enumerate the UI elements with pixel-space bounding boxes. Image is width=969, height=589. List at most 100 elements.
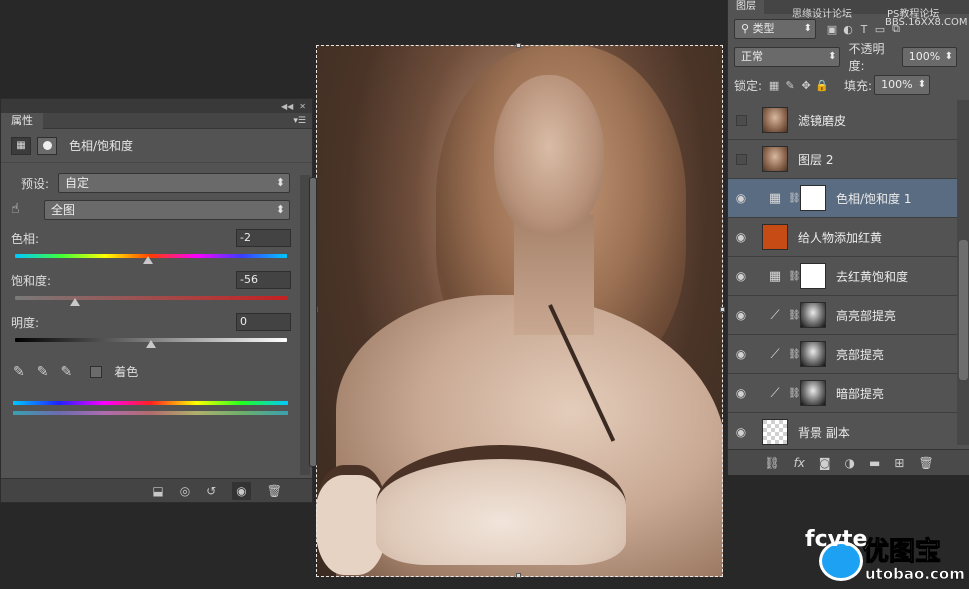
- properties-tabbar: 属性 ▾☰: [1, 112, 312, 129]
- filter-kind-select[interactable]: ⚲ 类型: [734, 19, 816, 39]
- curves-icon: ⟋: [770, 346, 780, 362]
- lightness-value-field[interactable]: 0: [236, 313, 291, 331]
- panel-topbar: ◀◀ ✕: [1, 99, 312, 113]
- layer-row[interactable]: ◉ ▦ ⛓ 色相/饱和度 1: [728, 179, 957, 218]
- link-layers-icon[interactable]: ⛓: [764, 456, 779, 470]
- hue-value-field[interactable]: -2: [236, 229, 291, 247]
- hand-tool-icon[interactable]: ☝: [11, 201, 20, 217]
- hue-label-row: 色相:: [11, 230, 39, 247]
- eyedropper-icon[interactable]: ✎: [13, 364, 25, 380]
- filter-pixel-icon[interactable]: ▣: [824, 21, 840, 37]
- mask-link-icon[interactable]: ⛓: [788, 271, 801, 282]
- layer-row[interactable]: ◉ 背景 副本: [728, 413, 957, 452]
- visibility-icon[interactable]: ◉: [232, 481, 251, 500]
- opacity-field[interactable]: 100%: [901, 47, 957, 67]
- delete-layer-icon[interactable]: 🗑: [918, 456, 933, 470]
- mask-link-icon[interactable]: ⛓: [788, 193, 801, 204]
- eye-icon[interactable]: ◉: [728, 347, 754, 361]
- layer-row[interactable]: ◉ ⟋ ⛓ 亮部提亮: [728, 335, 957, 374]
- search-icon: ⚲: [741, 22, 753, 35]
- eyedropper-add-icon[interactable]: ✎: [37, 364, 49, 380]
- visibility-toggle[interactable]: [728, 153, 754, 165]
- collapse-icon[interactable]: ◀◀: [281, 102, 293, 111]
- mask-link-icon[interactable]: ⛓: [788, 349, 801, 360]
- layer-row[interactable]: ◉ 给人物添加红黄: [728, 218, 957, 257]
- mask-link-icon[interactable]: ⛓: [788, 388, 801, 399]
- new-group-icon[interactable]: ▬: [869, 456, 880, 470]
- lightness-label-row: 明度:: [11, 314, 39, 331]
- panel-menu-icon[interactable]: ▾☰: [293, 116, 306, 126]
- eyedropper-subtract-icon[interactable]: ✎: [60, 364, 72, 380]
- view-previous-icon[interactable]: ◎: [180, 484, 190, 498]
- curves-icon: ⟋: [770, 385, 780, 401]
- layer-row[interactable]: ◉ ⟋ ⛓ 暗部提亮: [728, 374, 957, 413]
- saturation-slider-track[interactable]: [15, 296, 287, 300]
- properties-scroll-thumb[interactable]: [309, 177, 317, 467]
- transform-handle-bottom[interactable]: [516, 573, 521, 578]
- layer-name: 背景 副本: [798, 425, 850, 440]
- layer-mask-thumbnail[interactable]: [800, 341, 826, 367]
- mask-icon: [42, 141, 52, 150]
- properties-scrollbar[interactable]: [300, 175, 317, 475]
- layer-mask-thumbnail[interactable]: [800, 380, 826, 406]
- lock-move-icon[interactable]: ✥: [798, 77, 814, 93]
- logo-brand: fcvte: [805, 527, 868, 552]
- mask-icon-button[interactable]: [37, 136, 57, 155]
- add-mask-icon[interactable]: ◙: [819, 456, 831, 470]
- layer-name: 暗部提亮: [836, 386, 885, 401]
- saturation-value-field[interactable]: -56: [236, 271, 291, 289]
- adjustment-title-row: ▦ 色相/饱和度: [1, 129, 312, 163]
- layer-name: 图层 2: [798, 152, 834, 167]
- hue-slider-knob[interactable]: [143, 256, 154, 264]
- clip-to-layer-icon[interactable]: ⬓: [152, 484, 163, 498]
- fx-icon[interactable]: fx: [794, 456, 805, 470]
- layer-thumbnail: [762, 146, 788, 172]
- eye-icon[interactable]: ◉: [728, 230, 754, 244]
- layers-footer: ⛓ fx ◙ ◑ ▬ ⊞ 🗑: [728, 449, 969, 475]
- layer-mask-thumbnail[interactable]: [800, 302, 826, 328]
- fill-field[interactable]: 100%: [874, 75, 931, 95]
- transform-handle-right[interactable]: [720, 307, 725, 312]
- tab-properties[interactable]: 属性: [1, 112, 43, 129]
- reset-icon[interactable]: ↺: [206, 484, 216, 498]
- filter-adjust-icon[interactable]: ◐: [840, 21, 856, 37]
- new-layer-icon[interactable]: ⊞: [894, 456, 904, 470]
- visibility-toggle[interactable]: [728, 114, 754, 126]
- logo-chinese-name: 优图宝: [862, 537, 942, 568]
- layer-row[interactable]: 滤镜磨皮: [728, 101, 957, 140]
- layer-row[interactable]: ◉ ▦ ⛓ 去红黄饱和度: [728, 257, 957, 296]
- input-color-bar: [13, 401, 288, 405]
- filter-type-icon[interactable]: T: [856, 21, 872, 37]
- eye-icon[interactable]: ◉: [728, 425, 754, 439]
- lock-all-icon[interactable]: 🔒: [814, 77, 830, 93]
- layer-mask-thumbnail[interactable]: [800, 263, 826, 289]
- adjustment-icon-button[interactable]: ▦: [11, 136, 31, 155]
- blend-mode-select[interactable]: 正常: [734, 47, 841, 67]
- eye-icon[interactable]: ◉: [728, 308, 754, 322]
- preset-select[interactable]: 自定: [58, 173, 290, 193]
- close-icon[interactable]: ✕: [299, 102, 306, 111]
- mask-link-icon[interactable]: ⛓: [788, 310, 801, 321]
- transform-handle-top[interactable]: [516, 43, 521, 48]
- layer-mask-thumbnail[interactable]: [800, 185, 826, 211]
- document-canvas[interactable]: [316, 45, 723, 577]
- layer-name: 去红黄饱和度: [836, 269, 909, 284]
- photo-garment: [376, 445, 626, 565]
- saturation-slider-knob[interactable]: [69, 298, 80, 306]
- layers-scroll-thumb[interactable]: [959, 240, 968, 380]
- eye-icon[interactable]: ◉: [728, 191, 754, 205]
- lock-label: 锁定:: [734, 78, 763, 93]
- layer-row[interactable]: 图层 2: [728, 140, 957, 179]
- colorize-checkbox[interactable]: [90, 365, 103, 378]
- layer-row[interactable]: ◉ ⟋ ⛓ 高亮部提亮: [728, 296, 957, 335]
- new-adjustment-icon[interactable]: ◑: [845, 456, 855, 470]
- lightness-slider-knob[interactable]: [146, 340, 156, 348]
- delete-icon[interactable]: 🗑: [267, 484, 282, 498]
- eye-icon[interactable]: ◉: [728, 386, 754, 400]
- layers-scrollbar[interactable]: [957, 100, 969, 445]
- eye-icon[interactable]: ◉: [728, 269, 754, 283]
- lock-paint-icon[interactable]: ✎: [782, 77, 798, 93]
- channel-select[interactable]: 全图: [44, 200, 290, 220]
- lock-transparent-icon[interactable]: ▦: [766, 77, 782, 93]
- tab-layers[interactable]: 图层: [728, 0, 764, 14]
